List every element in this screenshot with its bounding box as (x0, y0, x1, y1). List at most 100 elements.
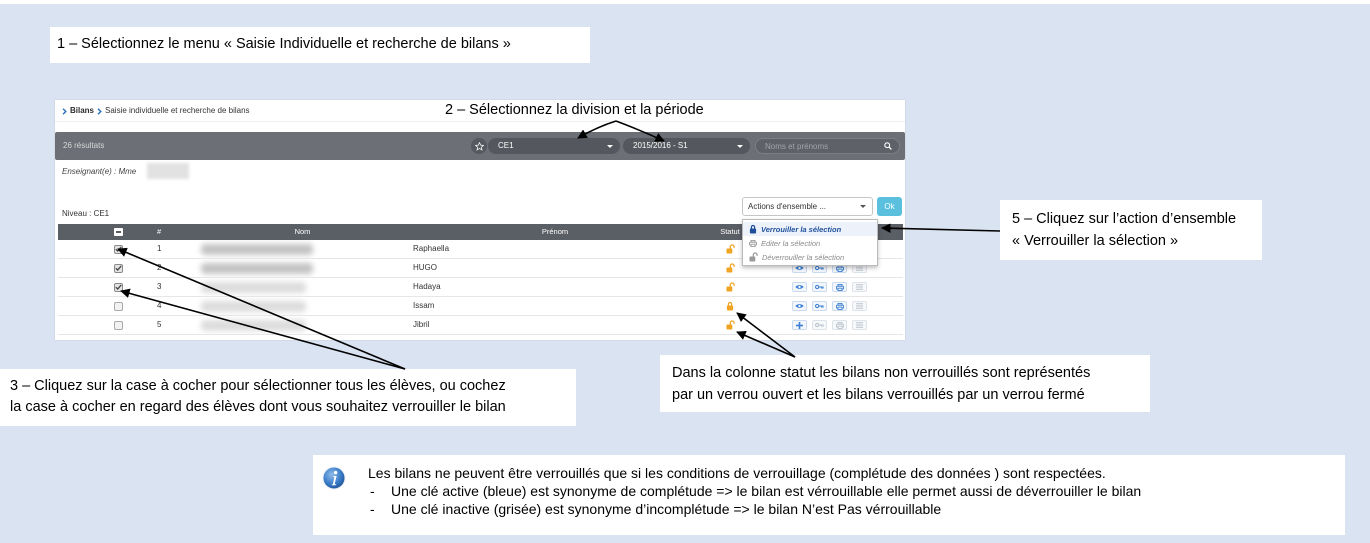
list-icon (856, 303, 863, 309)
lock-open-icon (725, 320, 735, 330)
plus-icon (796, 321, 803, 329)
lock-open-icon (725, 263, 735, 273)
bulk-actions-select[interactable]: Actions d'ensemble ... (742, 197, 873, 216)
eye-icon (795, 303, 804, 309)
select-all-checkbox[interactable] (114, 228, 123, 236)
breadcrumb-chevron-icon (97, 107, 102, 115)
select-all-cell (58, 224, 140, 240)
lock-closed-icon (749, 224, 757, 234)
breadcrumb-chevron-icon (62, 107, 67, 115)
row-number: 5 (157, 320, 162, 329)
callout-status: Dans la colonne statut les bilans non ve… (660, 355, 1150, 412)
blurred-name (201, 320, 306, 331)
eye-button[interactable] (792, 282, 807, 292)
row-number: 3 (157, 282, 162, 291)
prenom-cell: Jibril (413, 320, 430, 329)
table-row: 4 Issam (58, 297, 903, 316)
table-row: 3 Hadaya (58, 278, 903, 297)
eye-icon (795, 284, 804, 290)
favorite-button[interactable] (471, 138, 487, 154)
chevron-down-icon (607, 145, 613, 148)
info-intro: Les bilans ne peuvent être verrouillés q… (368, 465, 1106, 481)
actions-cell (760, 278, 903, 296)
menu-item-label: Déverrouiller la sélection (762, 252, 845, 262)
print-icon (835, 283, 844, 291)
lock-closed-icon (726, 301, 734, 311)
menu-item[interactable]: Editer la sélection (743, 236, 877, 250)
checkbox-cell (58, 278, 140, 296)
info-bullet: - Une clé inactive (grisée) est synonyme… (368, 500, 1141, 518)
checkbox-cell (58, 259, 140, 277)
plus-button[interactable] (792, 320, 807, 330)
status-cell (700, 316, 760, 334)
division-select-value: CE1 (498, 141, 514, 150)
eye-button[interactable] (792, 301, 807, 311)
header-prenom[interactable]: Prénom (410, 224, 700, 240)
nom-cell (195, 297, 410, 315)
callout-step1-text: 1 – Sélectionnez le menu « Saisie Indivi… (57, 36, 511, 52)
info-icon (322, 466, 346, 490)
callout-step5-line2: « Verrouiller la sélection » (1012, 233, 1179, 249)
lock-open-icon (749, 252, 758, 262)
breadcrumb: Bilans Saisie individuelle et recherche … (62, 104, 250, 118)
row-checkbox[interactable] (114, 320, 123, 330)
results-count: 26 résultats (63, 141, 105, 150)
actions-cell (760, 297, 903, 315)
menu-item[interactable]: Verrouiller la sélection (743, 222, 877, 236)
blurred-name (201, 282, 306, 293)
checkbox-cell (58, 240, 140, 258)
print-button[interactable] (832, 282, 847, 292)
search-input[interactable] (765, 139, 875, 153)
key-button[interactable] (812, 301, 827, 311)
print-icon (749, 239, 757, 247)
key-icon (815, 303, 824, 309)
checkbox-cell (58, 297, 140, 315)
breadcrumb-item-bilans[interactable]: Bilans (70, 104, 94, 118)
ok-button[interactable]: Ok (877, 197, 902, 216)
key-button[interactable] (812, 320, 827, 330)
row-checkbox[interactable] (114, 282, 123, 292)
list-button[interactable] (852, 301, 867, 311)
print-button[interactable] (832, 301, 847, 311)
lock-open-icon (725, 244, 735, 254)
info-box: Les bilans ne peuvent être verrouillés q… (313, 455, 1345, 535)
row-number: 2 (157, 263, 162, 272)
search-toolbar: 26 résultats CE1 2015/2016 - S1 (55, 132, 905, 160)
nom-cell (195, 259, 410, 277)
menu-item[interactable]: Déverrouiller la sélection (743, 250, 877, 264)
nom-cell (195, 240, 410, 258)
division-select[interactable]: CE1 (488, 138, 620, 154)
table-row: 5 Jibril (58, 316, 903, 335)
period-select-value: 2015/2016 - S1 (633, 141, 688, 150)
info-bullet-text: Une clé active (bleue) est synonyme de c… (391, 483, 1142, 499)
row-checkbox[interactable] (114, 301, 123, 311)
prenom-cell: Issam (413, 301, 435, 310)
menu-item-label: Verrouiller la sélection (761, 224, 842, 234)
teacher-name-blurred (147, 163, 189, 179)
callout-step3-line2: la case à cocher en regard des élèves do… (10, 399, 506, 415)
chevron-down-icon (737, 145, 743, 148)
list-button[interactable] (852, 282, 867, 292)
header-number: # (157, 227, 162, 236)
student-search (755, 138, 900, 154)
search-icon[interactable] (884, 142, 892, 150)
print-button[interactable] (832, 320, 847, 330)
star-icon (474, 141, 484, 151)
key-icon (815, 284, 824, 290)
row-checkbox[interactable] (114, 263, 123, 273)
callout-status-line1: Dans la colonne statut les bilans non ve… (672, 365, 1091, 381)
period-select[interactable]: 2015/2016 - S1 (623, 138, 750, 154)
list-button[interactable] (852, 320, 867, 330)
blurred-name (201, 244, 313, 255)
bullet-marker: - (370, 483, 375, 499)
header-nom[interactable]: Nom (195, 224, 410, 240)
callout-step5-line1: 5 – Cliquez sur l’action d’ensemble (1012, 211, 1237, 227)
row-checkbox[interactable] (114, 244, 123, 254)
key-button[interactable] (812, 282, 827, 292)
callout-step3: 3 – Cliquez sur la case à cocher pour sé… (0, 369, 576, 426)
callout-step5: 5 – Cliquez sur l’action d’ensemble « Ve… (1000, 200, 1262, 260)
lock-open-icon (725, 282, 735, 292)
teacher-label: Enseignant(e) : Mme (62, 167, 137, 176)
blurred-name (201, 301, 306, 312)
breadcrumb-divider (55, 121, 905, 122)
